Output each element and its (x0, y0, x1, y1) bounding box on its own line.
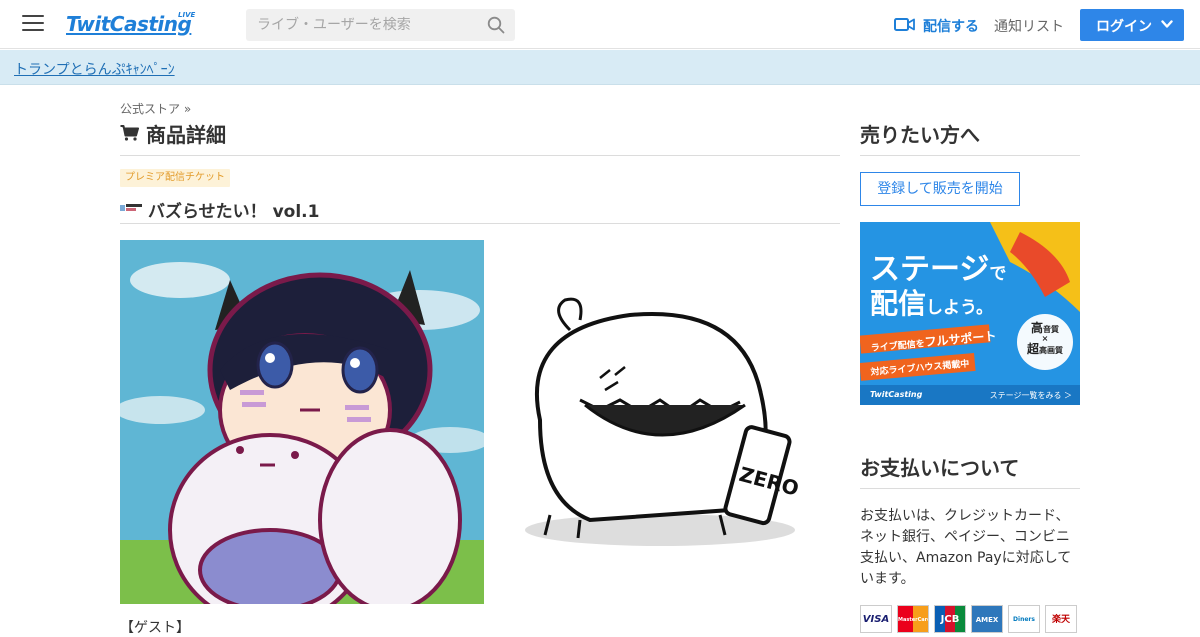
title-divider (120, 155, 840, 156)
sell-section-title: 売りたい方へ (860, 123, 980, 147)
diners-logo: Diners (1008, 605, 1040, 633)
twitcasting-logo[interactable]: TwitCasting (66, 12, 192, 36)
amex-logo: AMEX (971, 605, 1003, 633)
mastercard-logo: MasterCard (897, 605, 929, 633)
ad-footer-link[interactable]: ステージ一覧をみる ＞ (990, 390, 1072, 401)
notification-list-link[interactable]: 通知リスト (994, 16, 1064, 36)
search-input[interactable] (246, 9, 478, 41)
ticket-tag: プレミア配信チケット (120, 169, 230, 187)
sell-divider (860, 155, 1080, 156)
payment-divider (860, 488, 1080, 489)
stage-ad-banner[interactable]: ステージで 配信しよう。 ライブ配信をフルサポート 対応ライブハウス掲載中 高音… (860, 222, 1080, 405)
jcb-logo: JCB (934, 605, 966, 633)
ad-footer-logo: TwitCasting (870, 390, 923, 399)
campaign-link[interactable]: トランプとらんぷｷｬﾝﾍﾟｰﾝ (14, 59, 175, 79)
campaign-banner: トランプとらんぷｷｬﾝﾍﾟｰﾝ (0, 50, 1200, 85)
rakuten-logo: 楽天 (1045, 605, 1077, 633)
page-title-text: 商品詳細 (146, 123, 226, 147)
broadcast-label: 配信する (923, 19, 979, 35)
visa-logo: VISA (860, 605, 892, 633)
product-title-text: バズらせたい！ vol.1 (148, 202, 320, 222)
logo-live-badge: LIVE (178, 11, 196, 19)
register-sell-button[interactable]: 登録して販売を開始 (860, 172, 1020, 206)
video-camera-icon (894, 18, 915, 31)
hamburger-menu-icon[interactable] (22, 15, 44, 33)
breadcrumb[interactable]: 公式ストア » (120, 100, 191, 117)
chevron-down-icon (1161, 20, 1173, 28)
guest-label: 【ゲスト】 (120, 620, 190, 636)
login-button[interactable]: ログイン (1080, 9, 1184, 41)
product-image-monster: ZERO (510, 290, 820, 560)
shopping-cart-icon (120, 125, 139, 141)
search-box (246, 9, 515, 41)
login-label: ログイン (1096, 19, 1152, 35)
header: TwitCasting LIVE 配信する 通知リスト ログイン (0, 0, 1200, 49)
product-image-character (120, 240, 484, 604)
payment-description: お支払いは、クレジットカード、ネット銀行、ペイジー、コンビニ支払い、Amazon… (860, 508, 1072, 587)
product-thumbnail-icon (120, 204, 142, 211)
payment-section-title: お支払いについて (860, 456, 1020, 480)
ad-quality-badge: 高音質 × 超高画質 (1026, 321, 1063, 356)
search-icon[interactable] (487, 16, 505, 34)
ad-headline-2: 配信しよう。 (870, 287, 993, 320)
product-divider (120, 223, 840, 224)
